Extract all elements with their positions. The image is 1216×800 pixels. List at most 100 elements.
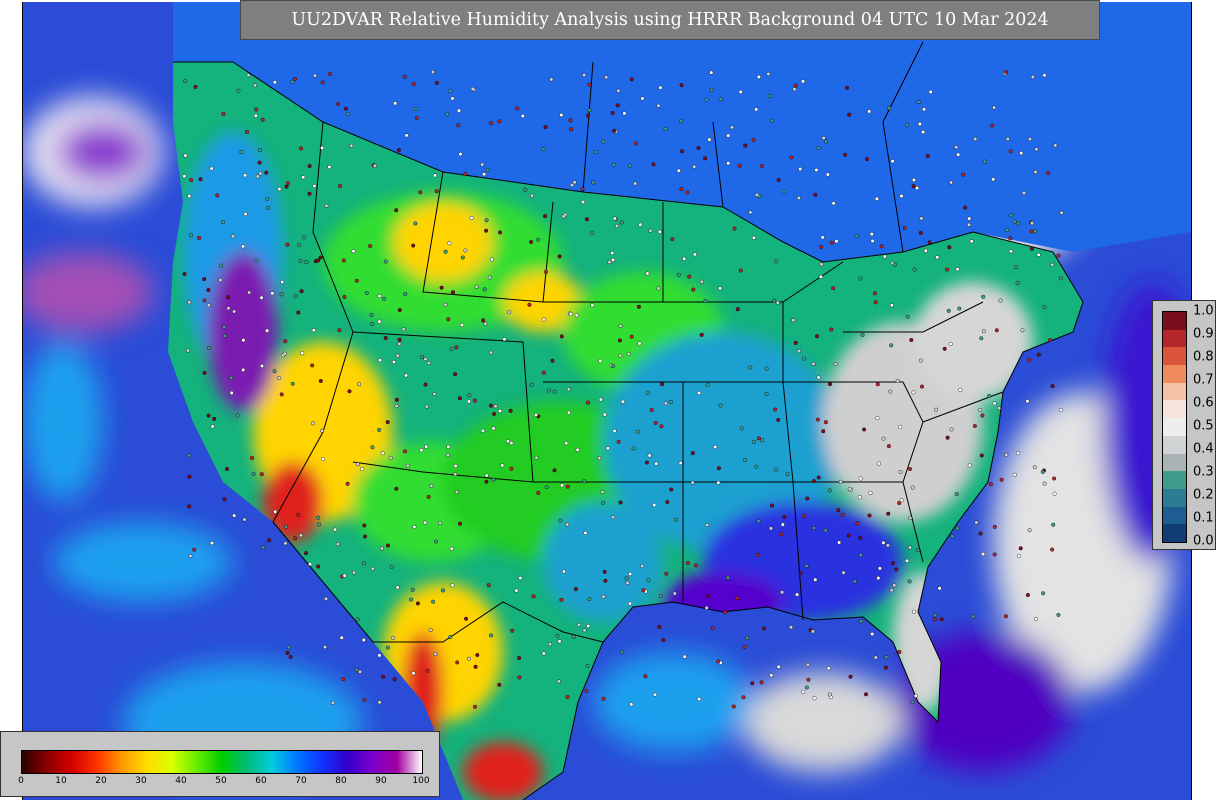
- station-dot: [541, 370, 546, 375]
- station-dot: [333, 527, 338, 532]
- station-dot: [875, 382, 880, 387]
- station-dot: [280, 280, 285, 285]
- station-dot: [643, 674, 648, 679]
- station-dot: [242, 517, 247, 522]
- station-dot: [296, 310, 301, 315]
- station-dot: [272, 80, 277, 85]
- station-dot: [261, 545, 266, 550]
- station-dot: [718, 286, 723, 291]
- station-dot: [1004, 452, 1009, 457]
- station-dot: [658, 594, 663, 599]
- station-dot: [636, 304, 641, 309]
- station-dot: [703, 156, 708, 161]
- station-dot: [282, 351, 287, 356]
- station-dot: [570, 183, 575, 188]
- station-dot: [383, 259, 388, 264]
- station-dot: [1015, 280, 1020, 285]
- station-dot: [827, 488, 832, 493]
- station-dot: [754, 107, 759, 112]
- station-dot: [1050, 262, 1055, 267]
- increment-color-segment: [1163, 418, 1186, 437]
- station-dot: [395, 353, 400, 358]
- station-dot: [911, 177, 916, 182]
- station-dot: [198, 177, 203, 182]
- station-dot: [327, 164, 332, 169]
- station-dot: [731, 704, 736, 709]
- station-dot: [259, 364, 264, 369]
- station-dot: [541, 317, 546, 322]
- station-dot: [475, 653, 480, 658]
- station-dot: [898, 425, 903, 430]
- station-dot: [489, 350, 494, 355]
- station-dot: [982, 159, 987, 164]
- station-dot: [755, 192, 760, 197]
- station-dot: [598, 358, 603, 363]
- station-dot: [544, 485, 549, 490]
- station-dot: [418, 190, 423, 195]
- station-dot: [867, 513, 872, 518]
- station-dot: [583, 531, 588, 536]
- station-dot: [434, 80, 439, 85]
- station-dot: [716, 480, 721, 485]
- station-dot: [831, 201, 836, 206]
- station-dot: [992, 552, 997, 557]
- station-dot: [679, 118, 684, 123]
- station-dot: [1058, 408, 1063, 413]
- station-dot: [582, 479, 587, 484]
- station-dot: [1017, 553, 1022, 558]
- station-dot: [568, 118, 573, 123]
- station-dot: [690, 451, 695, 456]
- station-dot: [402, 74, 407, 79]
- station-dot: [397, 341, 402, 346]
- station-dot: [823, 528, 828, 533]
- station-dot: [872, 291, 877, 296]
- station-dot: [318, 255, 323, 260]
- station-dot: [449, 546, 454, 551]
- station-dot: [813, 192, 818, 197]
- station-dot: [489, 403, 494, 408]
- station-dot: [225, 295, 230, 300]
- station-dot: [590, 230, 595, 235]
- station-dot: [889, 588, 894, 593]
- station-dot: [1025, 593, 1030, 598]
- station-dot: [611, 257, 616, 262]
- station-dot: [776, 664, 781, 669]
- station-dot: [463, 171, 468, 176]
- station-dot: [806, 677, 811, 682]
- station-dot: [946, 308, 951, 313]
- station-dot: [640, 96, 645, 101]
- station-dot: [272, 369, 277, 374]
- station-dot: [732, 226, 737, 231]
- increment-color-segment: [1163, 312, 1186, 331]
- station-dot: [409, 597, 414, 602]
- station-dot: [601, 696, 606, 701]
- station-dot: [224, 466, 229, 471]
- station-dot: [544, 269, 549, 274]
- station-dot: [735, 596, 740, 601]
- station-dot: [680, 149, 685, 154]
- station-dot: [277, 186, 282, 191]
- station-dot: [336, 101, 341, 106]
- station-dot: [420, 355, 425, 360]
- station-dot: [812, 526, 817, 531]
- station-dot: [875, 416, 880, 421]
- station-dot: [905, 314, 910, 319]
- station-dot: [582, 628, 587, 633]
- station-dot: [773, 407, 778, 412]
- station-dot: [756, 519, 761, 524]
- station-dot: [559, 112, 564, 117]
- station-dot: [283, 339, 288, 344]
- station-dot: [699, 332, 704, 337]
- station-dot: [394, 397, 399, 402]
- station-dot: [918, 230, 923, 235]
- station-dot: [591, 180, 596, 185]
- station-dot: [240, 244, 245, 249]
- station-dot: [487, 275, 492, 280]
- station-dot: [316, 515, 321, 520]
- station-dot: [441, 588, 446, 593]
- station-dot: [704, 97, 709, 102]
- station-dot: [653, 692, 658, 697]
- station-dot: [311, 421, 316, 426]
- station-dot: [963, 205, 968, 210]
- increment-tick-label: 0.7: [1193, 372, 1214, 388]
